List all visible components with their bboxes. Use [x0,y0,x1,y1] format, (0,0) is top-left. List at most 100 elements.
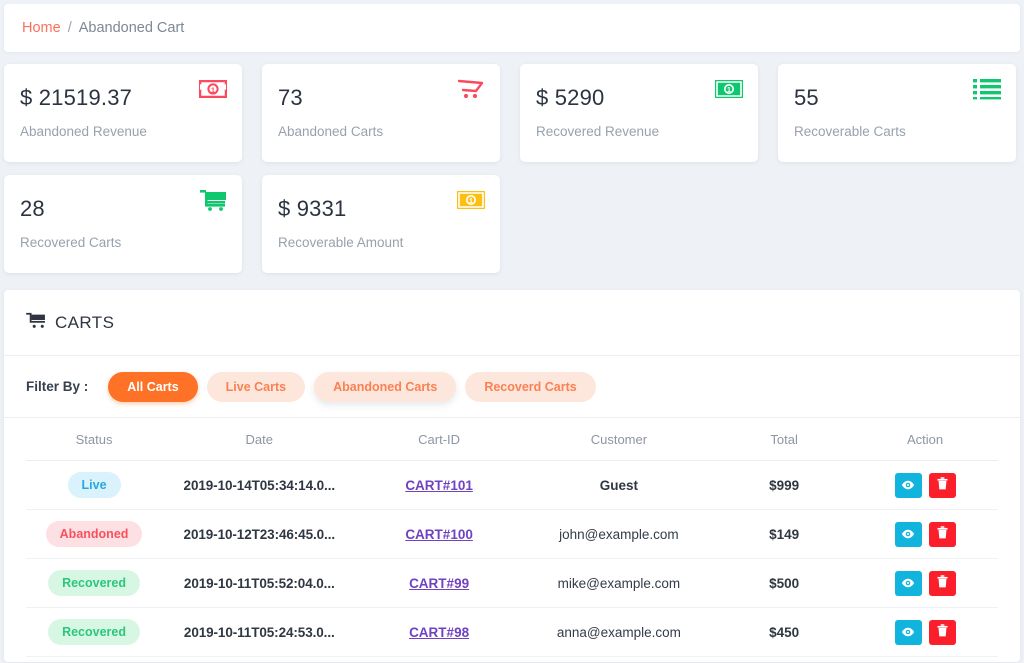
cell-date: 2019-10-14T05:34:14.0... [162,460,357,510]
table-row: Recovered 2019-10-11T05:52:04.0... CART#… [26,558,998,608]
cart-id-link[interactable]: CART#98 [409,625,469,640]
eye-icon [901,576,915,591]
table-body: Live 2019-10-14T05:34:14.0... CART#101 G… [26,460,998,657]
cell-total: $149 [716,509,853,559]
stat-value: 55 [794,85,819,110]
cell-date: 2019-10-11T05:24:53.0... [162,607,357,657]
cell-status: Abandoned [26,509,163,559]
stat-value: $ 5290 [536,85,605,110]
eye-icon [901,527,915,542]
column-header-status: Status [26,418,163,461]
stat-card-abandoned-revenue: 1 $ 21519.37 Abandoned Revenue [4,64,242,162]
cell-customer: Guest [521,460,717,510]
carts-table-wrap: Status Date Cart-ID Customer Total Actio… [4,418,1020,657]
delete-cart-button[interactable] [928,619,956,645]
column-header-date: Date [162,418,357,461]
stat-card-recoverable-carts: 55 Recoverable Carts [778,64,1016,162]
cell-date: 2019-10-11T05:52:04.0... [162,558,357,608]
cell-status: Recovered [26,607,163,657]
table-row: Live 2019-10-14T05:34:14.0... CART#101 G… [26,460,998,510]
svg-text:1: 1 [469,198,473,205]
stat-label: Recovered Carts [20,235,122,251]
stat-label: Abandoned Revenue [20,124,147,140]
cell-action [852,509,998,559]
column-header-cart-id: Cart-ID [356,418,522,461]
cell-total: $500 [716,558,853,608]
carts-table: Status Date Cart-ID Customer Total Actio… [26,418,998,657]
cell-action [852,607,998,657]
delete-cart-button[interactable] [928,570,956,596]
breadcrumb-current: Abandoned Cart [78,20,185,36]
delete-cart-button[interactable] [928,521,956,547]
table-row: Abandoned 2019-10-12T23:46:45.0... CART#… [26,509,998,559]
trash-icon [937,526,948,542]
stat-card-row-1: 1 $ 21519.37 Abandoned Revenue 73 Abando… [4,64,1020,162]
eye-icon [901,625,915,640]
stat-label: Recovered Revenue [536,124,660,140]
trash-icon [937,477,948,493]
cart-id-link[interactable]: CART#99 [409,576,469,591]
view-cart-button[interactable] [894,521,922,547]
cell-customer: anna@example.com [521,607,717,657]
filter-label: Filter By : [26,379,89,394]
breadcrumb-link-home[interactable]: Home [22,20,61,36]
filter-button-all-carts[interactable]: All Carts [108,371,198,402]
view-cart-button[interactable] [894,472,922,498]
filter-button-recovered-carts[interactable]: Recoverd Carts [465,371,596,402]
column-header-total: Total [716,418,853,461]
cell-cart-id: CART#100 [356,509,522,559]
table-head: Status Date Cart-ID Customer Total Actio… [26,418,998,461]
action-buttons [852,472,998,498]
cell-action [852,558,998,608]
filter-button-abandoned-carts[interactable]: Abandoned Carts [314,371,457,402]
cart-id-link[interactable]: CART#100 [405,527,473,542]
cell-cart-id: CART#99 [356,558,522,608]
column-header-customer: Customer [521,418,717,461]
cell-date: 2019-10-12T23:46:45.0... [162,509,357,559]
cart-filled-icon [26,312,46,334]
cell-customer: john@example.com [521,509,717,559]
cart-outline-icon [456,76,486,102]
stat-cards-area: 1 $ 21519.37 Abandoned Revenue 73 Abando… [0,52,1024,273]
action-buttons [852,521,998,547]
abandoned-cart-page: Home / Abandoned Cart 1 $ 21519.37 Aband… [0,4,1024,663]
breadcrumb-separator: / [67,20,72,36]
view-cart-button[interactable] [894,619,922,645]
stat-value: 28 [20,196,45,221]
delete-cart-button[interactable] [928,472,956,498]
view-cart-button[interactable] [894,570,922,596]
cell-status: Recovered [26,558,163,608]
filter-button-live-carts[interactable]: Live Carts [206,371,306,402]
cell-total: $999 [716,460,853,510]
cell-cart-id: CART#101 [356,460,522,510]
stat-value: $ 21519.37 [20,85,133,110]
stat-value: 73 [278,85,303,110]
action-buttons [852,619,998,645]
carts-panel-header: CARTS [4,290,1020,356]
action-buttons [852,570,998,596]
cell-cart-id: CART#98 [356,607,522,657]
cell-total: $450 [716,607,853,657]
list-icon [972,76,1002,102]
cart-filled-icon [198,187,228,213]
svg-text:1: 1 [727,87,731,94]
status-badge: Abandoned [45,521,143,547]
stat-card-recovered-revenue: 1 $ 5290 Recovered Revenue [520,64,758,162]
table-header-row: Status Date Cart-ID Customer Total Actio… [26,418,998,461]
money-bill-icon: 1 [198,76,228,102]
cell-action [852,460,998,510]
status-badge: Recovered [48,619,140,645]
stat-card-recoverable-amount: 1 $ 9331 Recoverable Amount [262,175,500,273]
stat-card-recovered-carts: 28 Recovered Carts [4,175,242,273]
breadcrumb: Home / Abandoned Cart [4,4,1020,52]
status-badge: Live [67,472,121,498]
money-bill-icon: 1 [714,76,744,102]
stat-label: Abandoned Carts [278,124,384,140]
cell-status: Live [26,460,163,510]
filter-bar: Filter By : All Carts Live Carts Abandon… [4,356,1020,418]
money-bill-icon: 1 [456,187,486,213]
cell-customer: mike@example.com [521,558,717,608]
cart-id-link[interactable]: CART#101 [405,478,473,493]
stat-label: Recoverable Carts [794,124,906,140]
status-badge: Recovered [48,570,140,596]
